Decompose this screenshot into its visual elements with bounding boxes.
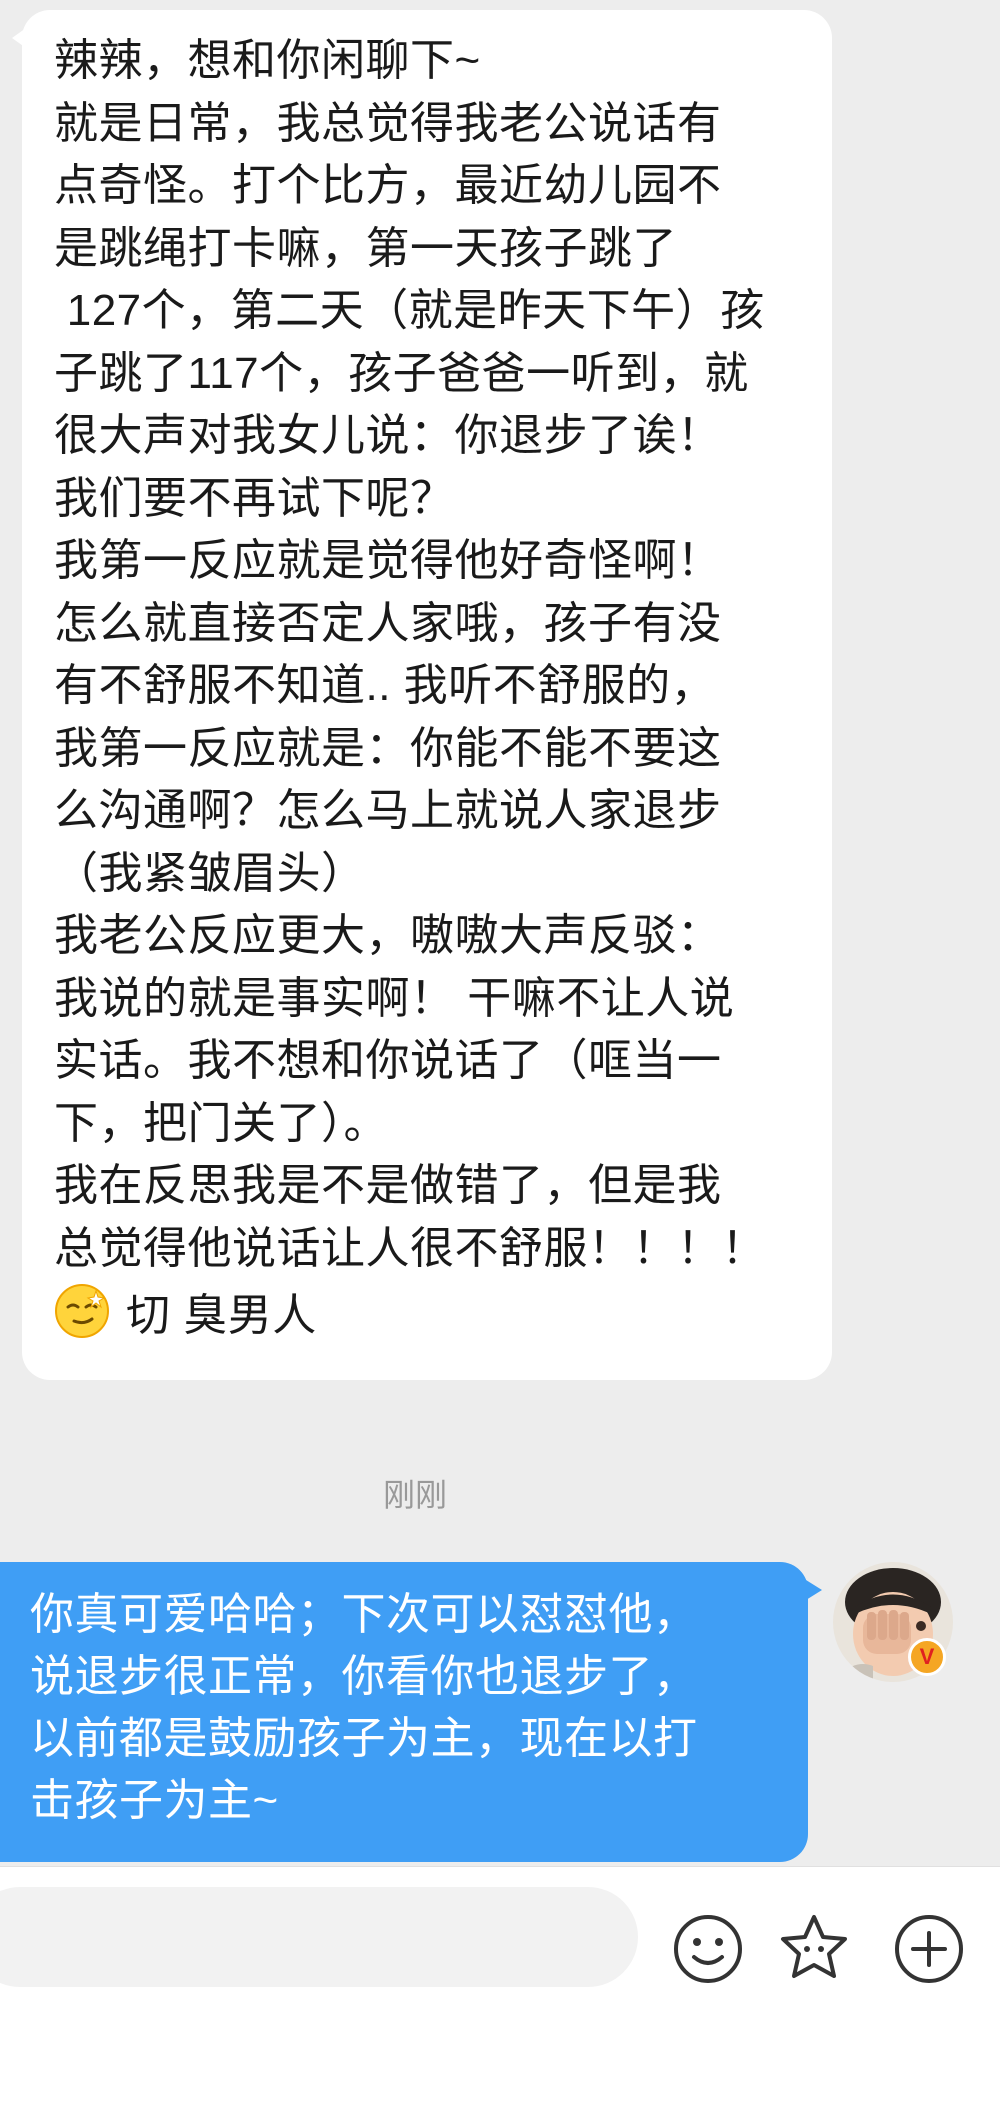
message-line: 实话。我不想和你说话了（哐当一 <box>54 1036 722 1085</box>
message-line: 我们要不再试下呢？ <box>54 473 455 523</box>
message-line: （我紧皱眉头） <box>54 848 366 898</box>
message-line: 切 臭男人 <box>126 1291 317 1341</box>
message-line: 以前都是鼓励孩子为主，现在以打 <box>30 1714 698 1763</box>
message-line: 辣辣，想和你闲聊下~ <box>54 36 481 85</box>
message-line: 怎么就直接否定人家哦，孩子有没 <box>54 598 722 648</box>
verified-badge-icon: V <box>908 1638 946 1676</box>
message-line: 总觉得他说话让人很不舒服！！！！ <box>54 1223 766 1273</box>
input-toolbar <box>0 1866 1000 2117</box>
message-input[interactable] <box>0 1887 638 1987</box>
received-message-bubble[interactable]: 辣辣，想和你闲聊下~ 就是日常，我总觉得我老公说话有 点奇怪。打个比方，最近幼儿… <box>12 10 832 1380</box>
message-last-line: 切 臭男人 <box>54 1280 806 1343</box>
message-line: 说退步很正常，你看你也退步了， <box>30 1652 698 1701</box>
message-line: 我第一反应就是：你能不能不要这 <box>54 723 722 773</box>
message-line: 我在反思我是不是做错了，但是我 <box>54 1161 722 1210</box>
message-line: 我老公反应更大，嗷嗷大声反驳： <box>54 911 722 960</box>
message-timestamp: 刚刚 <box>382 1477 447 1513</box>
message-line: 我第一反应就是觉得他好奇怪啊！ <box>54 536 722 585</box>
message-line: 我说的就是事实啊！ 干嘛不让人说 <box>54 973 735 1023</box>
message-line: 是跳绳打卡嘛，第一天孩子跳了 <box>54 223 677 273</box>
smiley-icon[interactable] <box>668 1909 748 1989</box>
message-line: 击孩子为主~ <box>30 1776 279 1825</box>
sent-message-bubble[interactable]: 你真可爱哈哈；下次可以怼怼他， 说退步很正常，你看你也退步了， 以前都是鼓励孩子… <box>0 1562 822 1862</box>
message-line: 127个，第二天（就是昨天下午）孩 <box>54 286 765 335</box>
sticker-star-icon[interactable] <box>774 1909 854 1989</box>
message-line: 有不舒服不知道.. 我听不舒服的， <box>54 661 716 710</box>
message-line: 下，把门关了）。 <box>54 1098 388 1148</box>
message-line: 你真可爱哈哈；下次可以怼怼他， <box>30 1590 698 1639</box>
message-line: 很大声对我女儿说：你退步了诶！ <box>54 411 722 460</box>
message-line: 子跳了117个，孩子爸爸一听到，就 <box>54 348 749 398</box>
message-line: 么沟通啊？怎么马上就说人家退步 <box>54 786 722 835</box>
plus-icon[interactable] <box>889 1909 969 1989</box>
smirk-emoji-icon <box>55 1284 109 1339</box>
message-line: 就是日常，我总觉得我老公说话有 <box>54 98 722 148</box>
message-line: 点奇怪。打个比方，最近幼儿园不 <box>54 161 722 210</box>
